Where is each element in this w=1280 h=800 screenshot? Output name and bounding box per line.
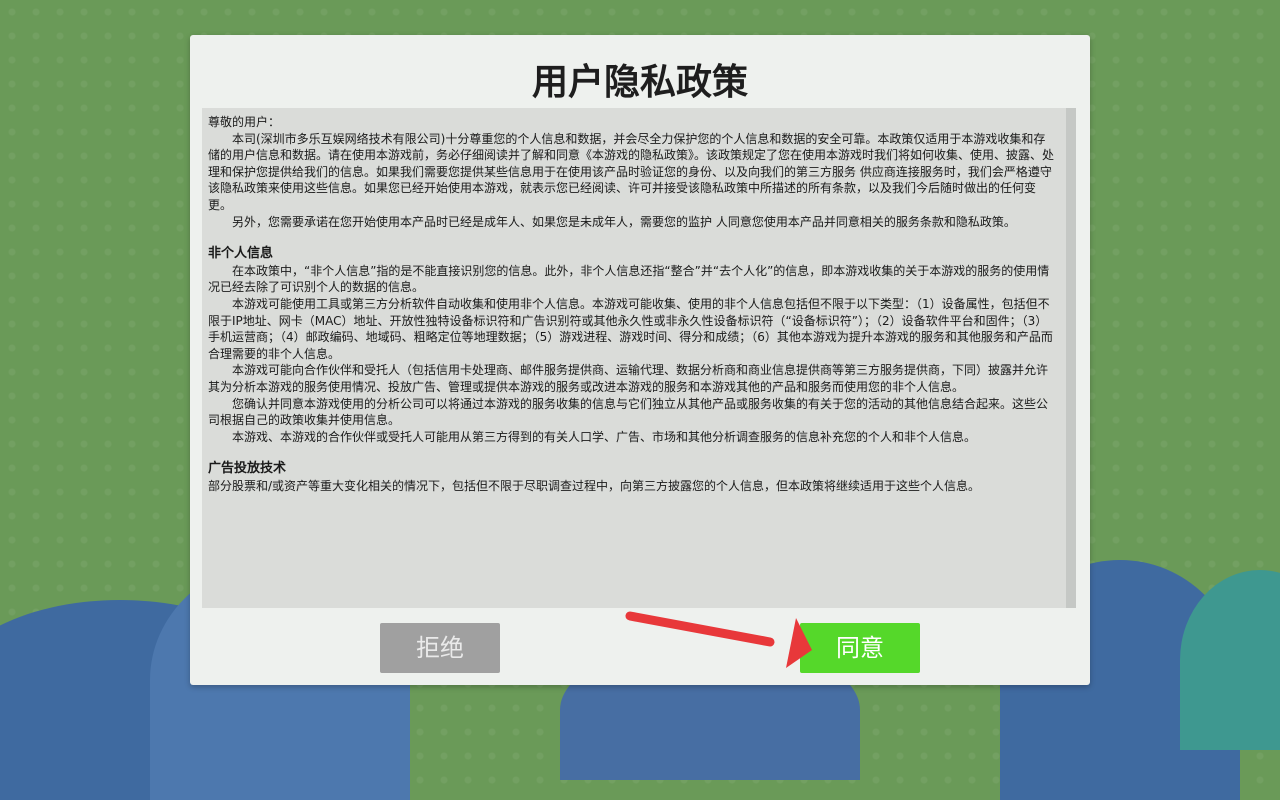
section-paragraph: 本游戏可能向合作伙伴和受托人（包括信用卡处理商、邮件服务提供商、运输代理、数据分… — [208, 363, 1049, 394]
dialog-title: 用户隐私政策 — [531, 62, 748, 103]
privacy-policy-dialog: 用户隐私政策 尊敬的用户： 本司(深圳市多乐互娱网络技术有限公司)十分尊重您的个… — [190, 35, 1090, 685]
section-heading: 广告投放技术 — [208, 461, 287, 477]
section-paragraph: 在本政策中，“非个人信息”指的是不能直接识别您的信息。此外，非个人信息还指“整合… — [208, 263, 1050, 295]
agree-button[interactable]: 同意 — [800, 623, 920, 673]
section-heading: 非个人信息 — [208, 246, 274, 262]
intro-paragraph: 本司(深圳市多乐互娱网络技术有限公司)十分尊重您的个人信息和数据，并会尽全力保护… — [208, 131, 1055, 212]
policy-text-panel[interactable]: 尊敬的用户： 本司(深圳市多乐互娱网络技术有限公司)十分尊重您的个人信息和数据，… — [202, 108, 1066, 608]
greeting-text: 尊敬的用户： — [208, 115, 281, 129]
vertical-scrollbar[interactable] — [1066, 108, 1076, 608]
reject-button[interactable]: 拒绝 — [380, 623, 500, 673]
section-paragraph: 部分股票和/或资产等重大变化相关的情况下，包括但不限于尽职调查过程中，向第三方披… — [208, 478, 981, 493]
intro-paragraph: 另外，您需要承诺在您开始使用本产品时已经是成年人、如果您是未成年人，需要您的监护… — [232, 214, 1016, 229]
section-paragraph: 本游戏、本游戏的合作伙伴或受托人可能用从第三方得到的有关人口学、广告、市场和其他… — [232, 429, 977, 444]
section-paragraph: 本游戏可能使用工具或第三方分析软件自动收集和使用非个人信息。本游戏可能收集、使用… — [208, 296, 1053, 361]
scrollbar-thumb[interactable] — [1066, 108, 1076, 608]
section-paragraph: 您确认并同意本游戏使用的分析公司可以将通过本游戏的服务收集的信息与它们独立从其他… — [208, 396, 1049, 428]
